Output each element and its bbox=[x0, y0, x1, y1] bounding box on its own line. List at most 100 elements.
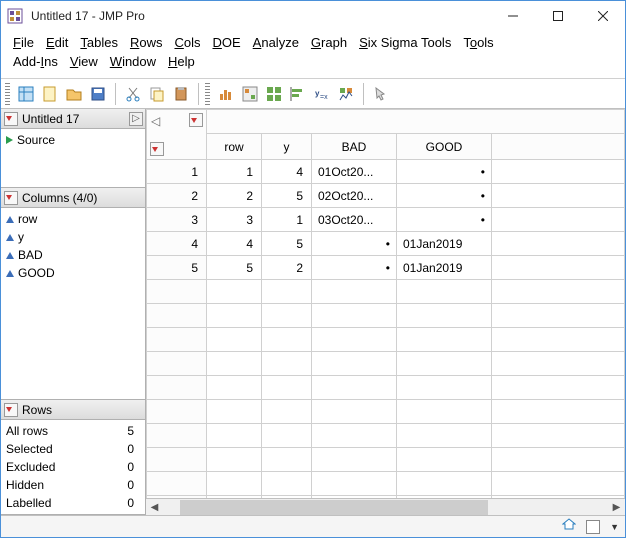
table-row-empty[interactable] bbox=[147, 496, 625, 499]
col-header-good[interactable]: GOOD bbox=[397, 134, 492, 160]
row-number[interactable]: 2 bbox=[147, 184, 207, 208]
table-row[interactable]: 2 2 5 02Oct20... • bbox=[147, 184, 625, 208]
cell[interactable]: 4 bbox=[262, 160, 312, 184]
menu-analyze[interactable]: Analyze bbox=[247, 33, 305, 52]
menu-view[interactable]: View bbox=[64, 52, 104, 71]
close-button[interactable] bbox=[580, 1, 625, 31]
cell[interactable]: 2 bbox=[262, 256, 312, 280]
cell[interactable]: • bbox=[312, 232, 397, 256]
horizontal-scrollbar[interactable]: ◀ ▶ bbox=[146, 498, 625, 515]
table-row-empty[interactable] bbox=[147, 448, 625, 472]
minimize-button[interactable] bbox=[490, 1, 535, 31]
column-item-bad[interactable]: BAD bbox=[4, 246, 142, 264]
row-number[interactable]: 1 bbox=[147, 160, 207, 184]
toolbar-grip-2[interactable] bbox=[205, 83, 210, 105]
arrow-tool-icon[interactable] bbox=[370, 83, 392, 105]
cell-empty[interactable] bbox=[492, 208, 625, 232]
expand-right-icon[interactable]: ▷ bbox=[129, 112, 143, 126]
status-dropdown-icon[interactable]: ▼ bbox=[610, 522, 619, 532]
cut-icon[interactable] bbox=[122, 83, 144, 105]
scroll-track[interactable] bbox=[180, 500, 591, 515]
table-row-empty[interactable] bbox=[147, 424, 625, 448]
cell[interactable]: 3 bbox=[207, 208, 262, 232]
new-script-icon[interactable] bbox=[39, 83, 61, 105]
table-row-empty[interactable] bbox=[147, 376, 625, 400]
menu-six-sigma[interactable]: Six Sigma Tools bbox=[353, 33, 457, 52]
open-icon[interactable] bbox=[63, 83, 85, 105]
cell[interactable]: • bbox=[397, 184, 492, 208]
column-item-y[interactable]: y bbox=[4, 228, 142, 246]
fit-model-icon[interactable] bbox=[287, 83, 309, 105]
cell[interactable]: 1 bbox=[262, 208, 312, 232]
save-icon[interactable] bbox=[87, 83, 109, 105]
table-row-empty[interactable] bbox=[147, 304, 625, 328]
table-row-empty[interactable] bbox=[147, 400, 625, 424]
col-header-y[interactable]: y bbox=[262, 134, 312, 160]
table-row-empty[interactable] bbox=[147, 328, 625, 352]
columns-panel-header[interactable]: Columns (4/0) bbox=[1, 188, 145, 208]
table-row[interactable]: 3 3 1 03Oct20... • bbox=[147, 208, 625, 232]
cell[interactable]: • bbox=[397, 160, 492, 184]
table-row[interactable]: 4 4 5 • 01Jan2019 bbox=[147, 232, 625, 256]
rows-hidden[interactable]: Hidden0 bbox=[4, 476, 142, 494]
menu-graph[interactable]: Graph bbox=[305, 33, 353, 52]
cell[interactable]: • bbox=[397, 208, 492, 232]
cell[interactable]: 4 bbox=[207, 232, 262, 256]
column-item-good[interactable]: GOOD bbox=[4, 264, 142, 282]
maximize-button[interactable] bbox=[535, 1, 580, 31]
cell[interactable]: • bbox=[312, 256, 397, 280]
cell-empty[interactable] bbox=[492, 184, 625, 208]
table-row-empty[interactable] bbox=[147, 472, 625, 496]
menu-edit[interactable]: Edit bbox=[40, 33, 74, 52]
menu-file[interactable]: File bbox=[7, 33, 40, 52]
cell[interactable]: 03Oct20... bbox=[312, 208, 397, 232]
cell[interactable]: 1 bbox=[207, 160, 262, 184]
table-row-empty[interactable] bbox=[147, 352, 625, 376]
rows-selected[interactable]: Selected0 bbox=[4, 440, 142, 458]
menu-tools[interactable]: Tools bbox=[457, 33, 499, 52]
menu-doe[interactable]: DOE bbox=[206, 33, 246, 52]
scroll-thumb[interactable] bbox=[180, 500, 488, 515]
copy-icon[interactable] bbox=[146, 83, 168, 105]
status-box[interactable] bbox=[586, 520, 600, 534]
table-row-empty[interactable] bbox=[147, 280, 625, 304]
fit-y-icon[interactable] bbox=[239, 83, 261, 105]
cell[interactable]: 01Oct20... bbox=[312, 160, 397, 184]
home-icon[interactable] bbox=[562, 517, 576, 536]
table-row[interactable]: 1 1 4 01Oct20... • bbox=[147, 160, 625, 184]
cell[interactable]: 01Jan2019 bbox=[397, 232, 492, 256]
row-number[interactable]: 5 bbox=[147, 256, 207, 280]
rows-panel-header[interactable]: Rows bbox=[1, 400, 145, 420]
menu-rows[interactable]: Rows bbox=[124, 33, 169, 52]
cell-empty[interactable] bbox=[492, 232, 625, 256]
menu-help[interactable]: Help bbox=[162, 52, 201, 71]
data-grid[interactable]: ◁ row y BAD GOOD bbox=[146, 109, 625, 498]
cell-empty[interactable] bbox=[492, 256, 625, 280]
cell[interactable]: 01Jan2019 bbox=[397, 256, 492, 280]
row-number[interactable]: 4 bbox=[147, 232, 207, 256]
col-header-row[interactable]: row bbox=[207, 134, 262, 160]
col-header-bad[interactable]: BAD bbox=[312, 134, 397, 160]
menu-window[interactable]: Window bbox=[104, 52, 162, 71]
toolbar-grip[interactable] bbox=[5, 83, 10, 105]
row-number[interactable]: 3 bbox=[147, 208, 207, 232]
cell[interactable]: 5 bbox=[207, 256, 262, 280]
distribution-icon[interactable] bbox=[215, 83, 237, 105]
source-row[interactable]: Source bbox=[4, 131, 142, 149]
scroll-left-icon[interactable]: ◀ bbox=[146, 499, 163, 516]
new-table-icon[interactable] bbox=[15, 83, 37, 105]
column-item-row[interactable]: row bbox=[4, 210, 142, 228]
partition-icon[interactable] bbox=[335, 83, 357, 105]
formula-icon[interactable]: y=x bbox=[311, 83, 333, 105]
corner-cell[interactable]: ◁ bbox=[147, 110, 207, 160]
table-panel-header[interactable]: Untitled 17 ▷ bbox=[1, 109, 145, 129]
cell[interactable]: 5 bbox=[262, 232, 312, 256]
cell-empty[interactable] bbox=[492, 160, 625, 184]
menu-addins[interactable]: Add-Ins bbox=[7, 52, 64, 71]
table-row[interactable]: 5 5 2 • 01Jan2019 bbox=[147, 256, 625, 280]
menu-cols[interactable]: Cols bbox=[168, 33, 206, 52]
cell[interactable]: 2 bbox=[207, 184, 262, 208]
cell[interactable]: 02Oct20... bbox=[312, 184, 397, 208]
cell[interactable]: 5 bbox=[262, 184, 312, 208]
scroll-right-icon[interactable]: ▶ bbox=[608, 499, 625, 516]
